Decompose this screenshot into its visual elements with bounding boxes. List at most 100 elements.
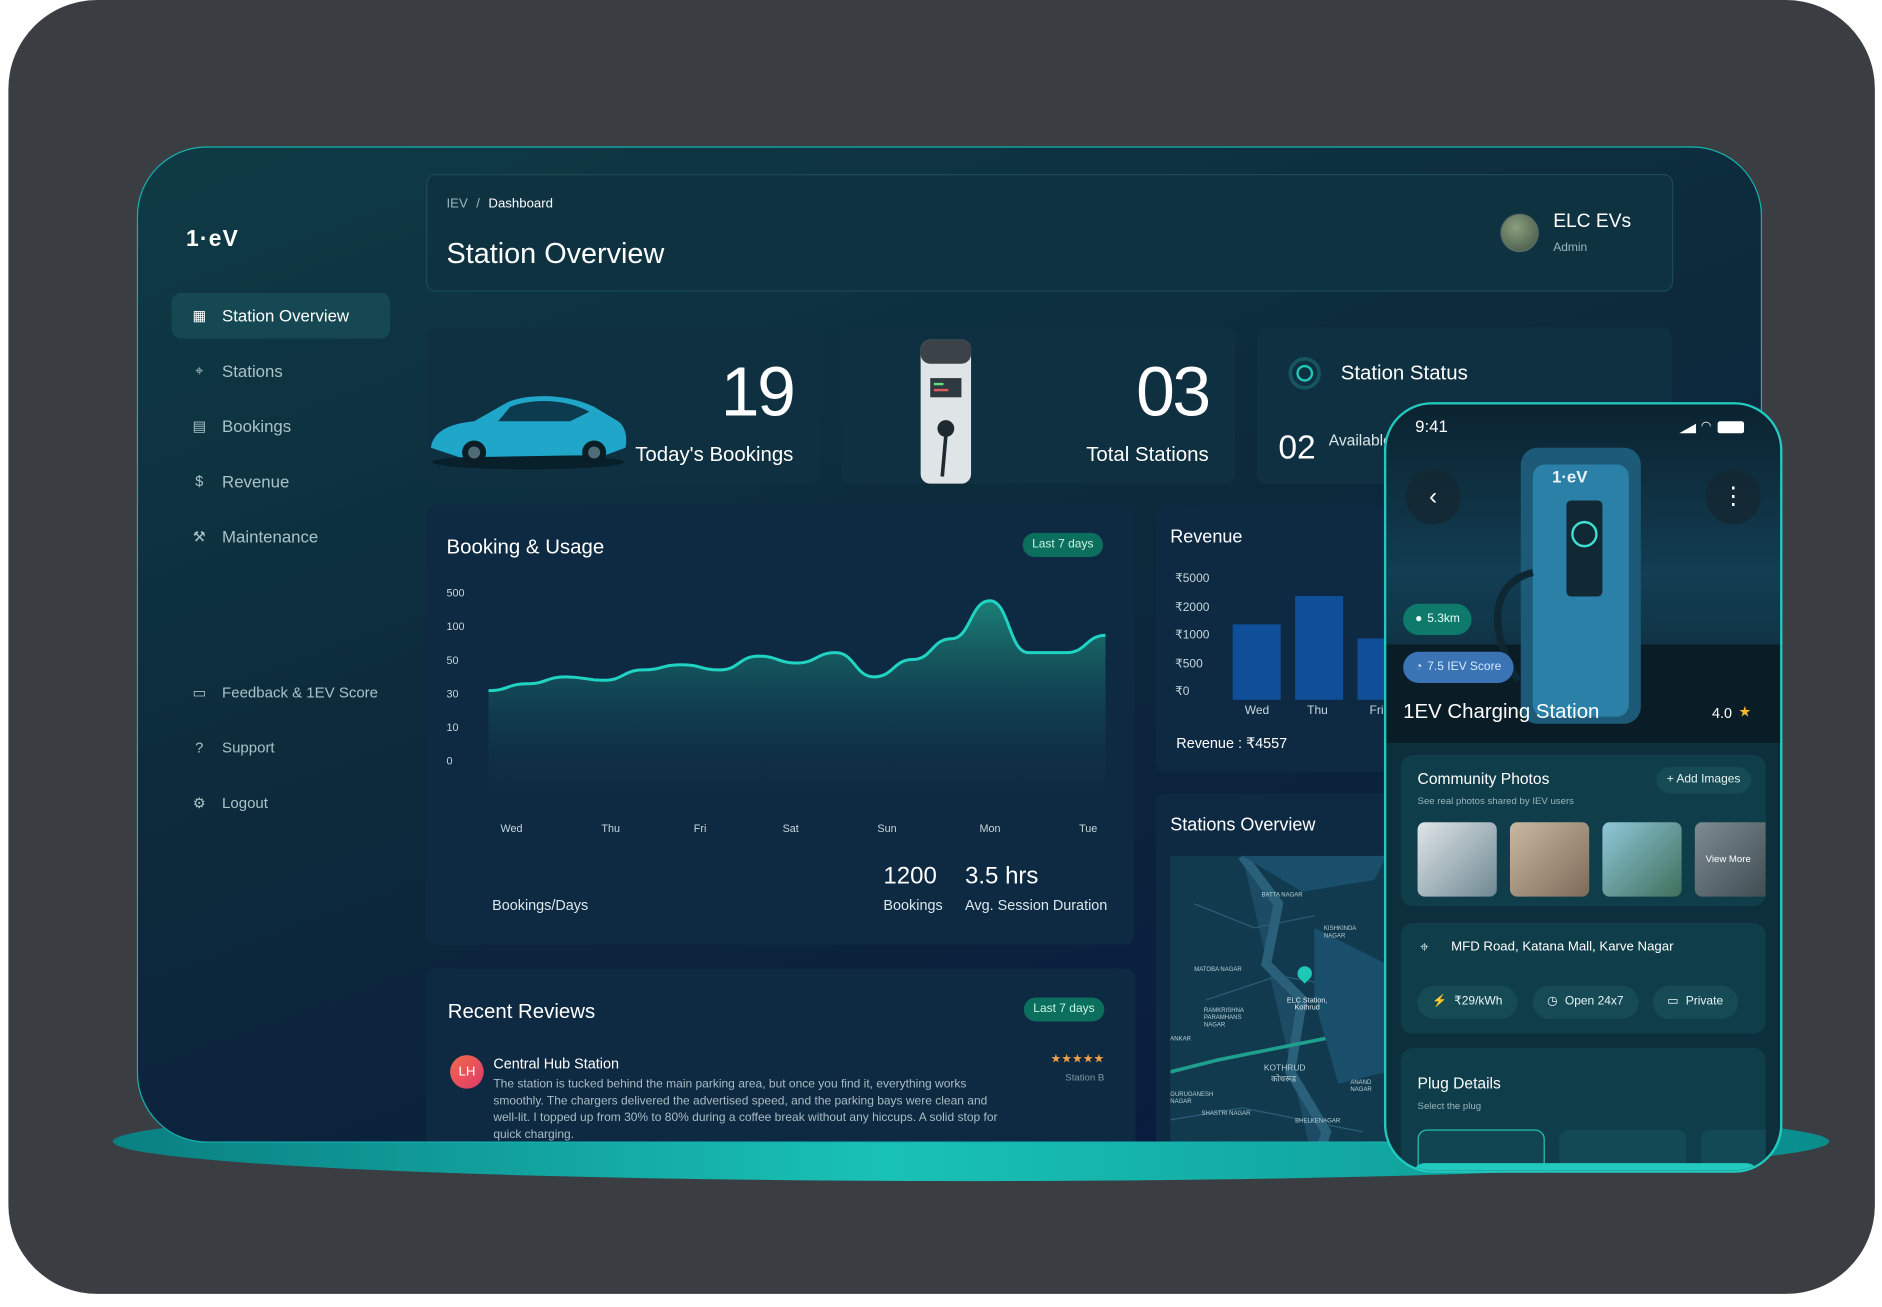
map-label: ANKAR [1170, 1035, 1191, 1044]
sidebar-item-revenue[interactable]: $ Revenue [172, 459, 390, 505]
phone-mockup: 9:41 ◠ ‹ ⋮ 1·eV ● 5.3km ◔ 7.5 IEV Score 1E… [1383, 402, 1783, 1173]
hours-chip: ◷ Open 24x7 [1532, 985, 1639, 1020]
map-label: RAMKRISHNA PARAMHANS NAGAR [1203, 1007, 1244, 1029]
stations-map[interactable]: BATTA NAGAR KISHKINDA NAGAR MATOBA NAGAR… [1170, 855, 1387, 1142]
sidebar-item-label: Feedback & 1EV Score [222, 684, 379, 701]
map-station-label: ELC Station, Kothrud [1286, 997, 1328, 1012]
reviewer-avatar: LH [450, 1055, 484, 1089]
total-bookings-label: Bookings [883, 896, 943, 914]
booking-x-tick: Wed [500, 822, 523, 835]
hours-value: Open 24x7 [1564, 995, 1624, 1009]
station-address: MFD Road, Katana Mall, Karve Nagar [1451, 939, 1674, 955]
charger-brand-logo: 1·eV [1551, 466, 1588, 487]
todays-bookings-label: Today's Bookings [635, 442, 794, 466]
sidebar-item-label: Stations [222, 361, 283, 381]
iev-score-value: 7.5 IEV Score [1427, 660, 1502, 674]
plug-details-card: Plug Details Select the plug [1400, 1047, 1766, 1171]
revenue-x-tick: Fri [1369, 704, 1384, 718]
price-chip: ⚡ ₹29/kWh [1417, 985, 1517, 1020]
booking-area-fill [488, 600, 1106, 799]
revenue-bar[interactable] [1295, 596, 1344, 700]
sidebar-item-maintenance[interactable]: ⚒ Maintenance [172, 514, 390, 560]
revenue-x-tick: Thu [1307, 704, 1328, 718]
access-chip: ▭ Private [1652, 985, 1738, 1020]
grid-icon: ▦ [192, 307, 207, 325]
page-header: IEV / Dashboard Station Overview ELC EVs… [426, 174, 1674, 292]
recent-reviews-title: Recent Reviews [447, 999, 596, 1023]
map-label: ANAND NAGAR [1350, 1079, 1372, 1094]
user-name[interactable]: ELC EVs [1553, 211, 1631, 233]
device-frame-background: 1·eV ▦ Station Overview ⌖ Stations ▤ Boo… [8, 0, 1875, 1294]
page-title: Station Overview [446, 237, 665, 271]
booking-x-tick: Fri [693, 822, 707, 835]
plug-details-title: Plug Details [1417, 1074, 1501, 1093]
view-more-link[interactable]: View More [1706, 853, 1751, 864]
reviews-range-filter[interactable]: Last 7 days [1023, 997, 1105, 1022]
station-rating: 4.0 [1712, 704, 1733, 722]
back-button[interactable]: ‹ [1405, 469, 1461, 525]
recent-reviews-panel: Recent Reviews Last 7 days LH Central Hu… [426, 968, 1136, 1142]
price-value: ₹29/kWh [1454, 995, 1503, 1009]
add-images-button[interactable]: + Add Images [1655, 766, 1752, 794]
community-photo[interactable] [1602, 822, 1682, 897]
avg-session-label: Avg. Session Duration [965, 896, 1108, 914]
todays-bookings-value: 19 [720, 352, 796, 431]
sidebar-item-bookings[interactable]: ▤ Bookings [172, 403, 390, 449]
sidebar-item-label: Revenue [222, 471, 290, 491]
sidebar-item-label: Maintenance [222, 526, 319, 547]
revenue-total: Revenue : ₹4557 [1176, 734, 1288, 752]
sidebar-item-support[interactable]: ? Support [172, 725, 390, 771]
station-hero-image [1386, 404, 1781, 743]
status-time: 9:41 [1415, 416, 1448, 436]
booking-x-tick: Sun [877, 822, 897, 835]
wifi-icon: ◠ [1700, 420, 1712, 434]
sidebar-item-stations[interactable]: ⌖ Stations [172, 348, 390, 394]
map-label: KISHKINDA NAGAR [1323, 925, 1356, 940]
map-pin-icon: ⌖ [195, 361, 204, 379]
total-stations-label: Total Stations [1086, 442, 1209, 466]
user-role: Admin [1553, 241, 1588, 255]
sidebar-item-label: Logout [222, 794, 268, 812]
signal-icon [1679, 423, 1697, 434]
distance-badge: ● 5.3km [1403, 603, 1472, 635]
breadcrumb-root[interactable]: IEV [447, 197, 468, 211]
station-status-title: Station Status [1340, 361, 1468, 385]
total-stations-card[interactable]: 03 Total Stations [841, 327, 1236, 484]
revenue-bar[interactable] [1232, 624, 1281, 700]
car-icon: ▭ [1667, 995, 1679, 1009]
iev-score-badge: ◔ 7.5 IEV Score [1403, 651, 1514, 683]
book-now-button[interactable] [1412, 1163, 1759, 1171]
breadcrumb-current: Dashboard [488, 196, 554, 212]
booking-chart-xlabel: Bookings/Days [492, 896, 589, 914]
more-options-button[interactable]: ⋮ [1705, 469, 1761, 525]
booking-x-tick: Sat [782, 822, 799, 835]
access-value: Private [1685, 995, 1724, 1009]
todays-bookings-card[interactable]: 19 Today's Bookings [426, 327, 820, 484]
plug-details-subtitle: Select the plug [1417, 1100, 1482, 1112]
community-photos-title: Community Photos [1417, 769, 1550, 788]
breadcrumb: IEV / Dashboard [447, 197, 554, 211]
total-bookings-value: 1200 [883, 863, 937, 890]
review-text: The station is tucked behind the main pa… [493, 1077, 998, 1142]
status-icons: ◠ [1679, 420, 1746, 434]
calendar-icon: ▤ [192, 417, 207, 435]
sidebar-item-station-overview[interactable]: ▦ Station Overview [171, 292, 391, 339]
booking-usage-panel: Booking & Usage Last 7 days 500 100 50 30 10… [426, 505, 1135, 945]
help-icon: ? [195, 739, 204, 757]
battery-icon [1717, 421, 1745, 434]
clock-icon: ◷ [1547, 995, 1558, 1009]
rating-star-icon: ★ [1738, 703, 1752, 721]
map-label: BATTA NAGAR [1261, 891, 1303, 900]
sidebar-item-feedback[interactable]: ▭ Feedback & 1EV Score [172, 670, 390, 716]
community-photo[interactable] [1417, 822, 1497, 897]
sidebar-item-label: Bookings [222, 416, 292, 436]
map-label: BHELKENAGAR [1295, 1117, 1341, 1125]
avatar[interactable] [1500, 213, 1539, 253]
sidebar-item-logout[interactable]: ⚙ Logout [172, 780, 390, 826]
wrench-icon: ⚒ [192, 528, 206, 545]
revenue-x-tick: Wed [1244, 704, 1270, 718]
charger-hero-graphic [1386, 447, 1781, 743]
review-station-name[interactable]: Central Hub Station [493, 1055, 619, 1072]
community-photo[interactable] [1509, 822, 1590, 897]
car-image [430, 396, 627, 470]
